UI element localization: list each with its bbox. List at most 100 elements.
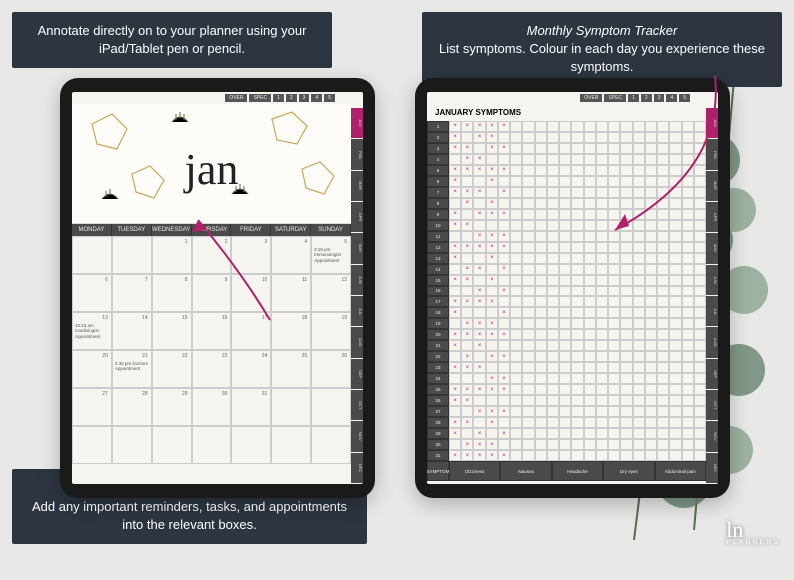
tracker-cell[interactable] <box>596 395 608 406</box>
tracker-cell[interactable] <box>596 351 608 362</box>
tracker-cell[interactable] <box>535 384 547 395</box>
tracker-cell[interactable] <box>657 176 669 187</box>
tracker-cell[interactable]: × <box>473 165 485 176</box>
tracker-cell[interactable] <box>596 187 608 198</box>
side-tab-mar[interactable]: MAR <box>706 171 718 201</box>
tracker-cell[interactable] <box>584 329 596 340</box>
tracker-cell[interactable] <box>535 329 547 340</box>
tracker-cell[interactable] <box>461 231 473 242</box>
tracker-cell[interactable] <box>547 329 559 340</box>
side-tab-jun[interactable]: JUN <box>351 265 363 295</box>
tracker-cell[interactable] <box>608 198 620 209</box>
tracker-cell[interactable] <box>547 296 559 307</box>
tracker-cell[interactable] <box>596 154 608 165</box>
tracker-cell[interactable] <box>620 132 632 143</box>
tracker-cell[interactable] <box>559 143 571 154</box>
tracker-cell[interactable] <box>682 373 694 384</box>
tracker-cell[interactable] <box>510 373 522 384</box>
tracker-cell[interactable] <box>584 286 596 297</box>
tracker-cell[interactable] <box>535 340 547 351</box>
tracker-cell[interactable]: × <box>498 187 510 198</box>
top-tab[interactable]: SPEC <box>604 94 626 102</box>
tracker-cell[interactable] <box>596 264 608 275</box>
tracker-cell[interactable] <box>498 395 510 406</box>
tracker-cell[interactable] <box>473 143 485 154</box>
tracker-cell[interactable] <box>669 264 681 275</box>
tracker-cell[interactable] <box>498 275 510 286</box>
tracker-cell[interactable] <box>510 143 522 154</box>
tracker-cell[interactable] <box>522 329 534 340</box>
tracker-cell[interactable] <box>633 286 645 297</box>
calendar-cell[interactable]: 1 <box>152 236 192 274</box>
tracker-cell[interactable]: × <box>461 318 473 329</box>
tracker-cell[interactable] <box>645 351 657 362</box>
tracker-cell[interactable] <box>669 395 681 406</box>
tracker-cell[interactable] <box>498 296 510 307</box>
tracker-cell[interactable]: × <box>473 318 485 329</box>
tracker-cell[interactable]: × <box>449 220 461 231</box>
tracker-cell[interactable] <box>522 154 534 165</box>
tracker-cell[interactable] <box>669 143 681 154</box>
tracker-cell[interactable]: × <box>449 340 461 351</box>
tracker-cell[interactable] <box>486 340 498 351</box>
tracker-cell[interactable] <box>547 286 559 297</box>
tracker-cell[interactable] <box>682 187 694 198</box>
tracker-cell[interactable] <box>559 121 571 132</box>
tracker-cell[interactable] <box>535 307 547 318</box>
calendar-cell[interactable] <box>311 426 351 464</box>
tracker-cell[interactable] <box>522 351 534 362</box>
side-tab-feb[interactable]: FEB <box>351 139 363 169</box>
tracker-cell[interactable] <box>571 428 583 439</box>
tracker-cell[interactable] <box>633 395 645 406</box>
tracker-cell[interactable] <box>584 198 596 209</box>
tracker-cell[interactable] <box>510 417 522 428</box>
tracker-cell[interactable]: × <box>449 384 461 395</box>
tracker-cell[interactable] <box>522 165 534 176</box>
tracker-cell[interactable] <box>608 351 620 362</box>
side-tab-jul[interactable]: JUL <box>706 296 718 326</box>
tracker-cell[interactable] <box>473 275 485 286</box>
side-tab-sep[interactable]: SEP <box>351 359 363 389</box>
tracker-cell[interactable] <box>620 395 632 406</box>
tracker-cell[interactable] <box>571 143 583 154</box>
tracker-cell[interactable] <box>510 329 522 340</box>
tracker-cell[interactable] <box>559 242 571 253</box>
tracker-cell[interactable] <box>522 439 534 450</box>
tracker-cell[interactable] <box>473 351 485 362</box>
tracker-cell[interactable]: × <box>498 165 510 176</box>
tracker-cell[interactable]: × <box>449 121 461 132</box>
top-tab[interactable]: 4 <box>666 94 677 102</box>
tracker-cell[interactable] <box>584 231 596 242</box>
tracker-cell[interactable]: × <box>449 275 461 286</box>
tracker-cell[interactable] <box>669 286 681 297</box>
tracker-cell[interactable] <box>522 296 534 307</box>
tracker-cell[interactable] <box>657 318 669 329</box>
tracker-cell[interactable]: × <box>486 275 498 286</box>
calendar-cell[interactable]: 27 <box>72 388 112 426</box>
tracker-cell[interactable]: × <box>449 450 461 461</box>
tracker-cell[interactable] <box>645 340 657 351</box>
tracker-cell[interactable] <box>608 450 620 461</box>
tracker-cell[interactable] <box>535 450 547 461</box>
tracker-cell[interactable]: × <box>461 439 473 450</box>
tracker-cell[interactable] <box>510 428 522 439</box>
calendar-cell[interactable]: 11 <box>271 274 311 312</box>
tracker-cell[interactable] <box>657 253 669 264</box>
tracker-cell[interactable] <box>449 351 461 362</box>
tracker-cell[interactable] <box>571 362 583 373</box>
tracker-cell[interactable]: × <box>461 417 473 428</box>
tracker-cell[interactable] <box>559 307 571 318</box>
tracker-cell[interactable] <box>510 340 522 351</box>
tracker-cell[interactable] <box>498 132 510 143</box>
tracker-cell[interactable] <box>694 296 706 307</box>
tracker-cell[interactable] <box>584 154 596 165</box>
tracker-cell[interactable] <box>449 373 461 384</box>
tracker-cell[interactable] <box>473 253 485 264</box>
tracker-cell[interactable] <box>645 406 657 417</box>
tracker-cell[interactable]: × <box>486 450 498 461</box>
tracker-cell[interactable]: × <box>498 231 510 242</box>
tracker-cell[interactable] <box>510 275 522 286</box>
tracker-cell[interactable] <box>559 296 571 307</box>
tracker-cell[interactable] <box>694 242 706 253</box>
tracker-cell[interactable] <box>596 307 608 318</box>
